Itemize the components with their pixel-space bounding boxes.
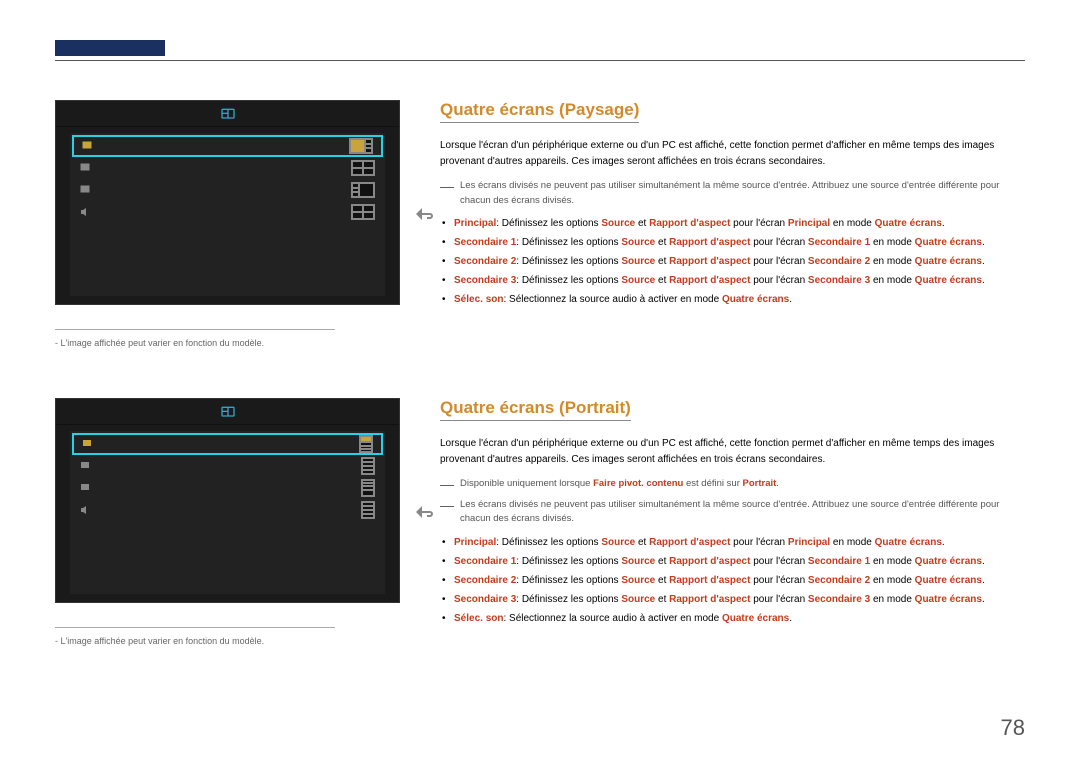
- return-icon: [413, 204, 437, 228]
- bullet-item: Principal: Définissez les options Source…: [454, 533, 1025, 552]
- section-portrait-right: Quatre écrans (Portrait) Lorsque l'écran…: [440, 398, 1025, 646]
- layout-thumb-3: [351, 182, 375, 198]
- page-content: - L'image affichée peut varier en foncti…: [55, 100, 1025, 733]
- section-paysage-left: - L'image affichée peut varier en foncti…: [55, 100, 400, 348]
- section-paysage-right: Quatre écrans (Paysage) Lorsque l'écran …: [440, 100, 1025, 348]
- screenshot-title-icon: [56, 101, 399, 127]
- heading-paysage-text: Quatre écrans (Paysage): [440, 100, 639, 123]
- bullet-item: Secondaire 1: Définissez les options Sou…: [454, 552, 1025, 571]
- header-rule: [55, 60, 1025, 61]
- menu-row-1[interactable]: [72, 135, 383, 157]
- note-portrait-0-text: Disponible uniquement lorsque Faire pivo…: [460, 477, 779, 492]
- caption-line: - L'image affichée peut varier en foncti…: [55, 636, 400, 646]
- note-portrait-1-text: Les écrans divisés ne peuvent pas utilis…: [460, 498, 1025, 527]
- page-number: 78: [1001, 715, 1025, 741]
- bullet-item: Secondaire 3: Définissez les options Sou…: [454, 590, 1025, 609]
- bullets-paysage: Principal: Définissez les options Source…: [440, 214, 1025, 309]
- bullet-item: Sélec. son: Sélectionnez la source audio…: [454, 290, 1025, 309]
- header-accent-bar: [55, 40, 165, 56]
- note-paysage-1: ―Les écrans divisés ne peuvent pas utili…: [440, 179, 1025, 208]
- sound-icon: [80, 505, 90, 515]
- section-paysage: - L'image affichée peut varier en foncti…: [55, 100, 1025, 348]
- layout-thumb-4: [361, 501, 375, 519]
- layout-thumb-1: [359, 435, 373, 453]
- menu-row-2[interactable]: [72, 455, 383, 477]
- intro-paysage: Lorsque l'écran d'un périphérique extern…: [440, 138, 1025, 169]
- heading-paysage: Quatre écrans (Paysage): [440, 100, 1025, 123]
- screenshot-title-icon: [56, 399, 399, 425]
- caption-text: L'image affichée peut varier en fonction…: [61, 636, 265, 646]
- bullet-item: Principal: Définissez les options Source…: [454, 214, 1025, 233]
- note-portrait-1: ―Les écrans divisés ne peuvent pas utili…: [440, 498, 1025, 527]
- layout-thumb-4: [351, 204, 375, 220]
- caption-line: - L'image affichée peut varier en foncti…: [55, 338, 400, 348]
- return-icon: [413, 502, 437, 526]
- menu-row-4[interactable]: [72, 499, 383, 521]
- note-paysage-1-text: Les écrans divisés ne peuvent pas utilis…: [460, 179, 1025, 208]
- screenshot-portrait: [55, 398, 400, 603]
- sound-icon: [80, 207, 90, 217]
- bullet-item: Secondaire 3: Définissez les options Sou…: [454, 271, 1025, 290]
- menu-row-3[interactable]: [72, 477, 383, 499]
- layout-thumb-1: [349, 138, 373, 154]
- menu-row-1[interactable]: [72, 433, 383, 455]
- menu-panel: [70, 431, 385, 594]
- section-portrait-left: - L'image affichée peut varier en foncti…: [55, 398, 400, 646]
- section-portrait: - L'image affichée peut varier en foncti…: [55, 398, 1025, 646]
- screen-icon: [82, 141, 92, 151]
- bullet-item: Secondaire 2: Définissez les options Sou…: [454, 571, 1025, 590]
- layout-thumb-2: [361, 457, 375, 475]
- screen-icon: [80, 461, 90, 471]
- intro-portrait: Lorsque l'écran d'un périphérique extern…: [440, 436, 1025, 467]
- heading-portrait-text: Quatre écrans (Portrait): [440, 398, 631, 421]
- bullets-portrait: Principal: Définissez les options Source…: [440, 533, 1025, 628]
- bullet-item: Secondaire 2: Définissez les options Sou…: [454, 252, 1025, 271]
- menu-row-2[interactable]: [72, 157, 383, 179]
- screen-icon: [80, 185, 90, 195]
- layout-thumb-2: [351, 160, 375, 176]
- bullet-item: Sélec. son: Sélectionnez la source audio…: [454, 609, 1025, 628]
- menu-panel: [70, 133, 385, 296]
- menu-row-4[interactable]: [72, 201, 383, 223]
- caption-text: L'image affichée peut varier en fonction…: [61, 338, 265, 348]
- note-portrait-0: ―Disponible uniquement lorsque Faire piv…: [440, 477, 1025, 492]
- screen-icon: [80, 483, 90, 493]
- screenshot-paysage: [55, 100, 400, 305]
- layout-thumb-3: [361, 479, 375, 497]
- screen-icon: [82, 439, 92, 449]
- screen-icon: [80, 163, 90, 173]
- caption-rule: [55, 627, 335, 628]
- bullet-item: Secondaire 1: Définissez les options Sou…: [454, 233, 1025, 252]
- caption-rule: [55, 329, 335, 330]
- heading-portrait: Quatre écrans (Portrait): [440, 398, 1025, 421]
- menu-row-3[interactable]: [72, 179, 383, 201]
